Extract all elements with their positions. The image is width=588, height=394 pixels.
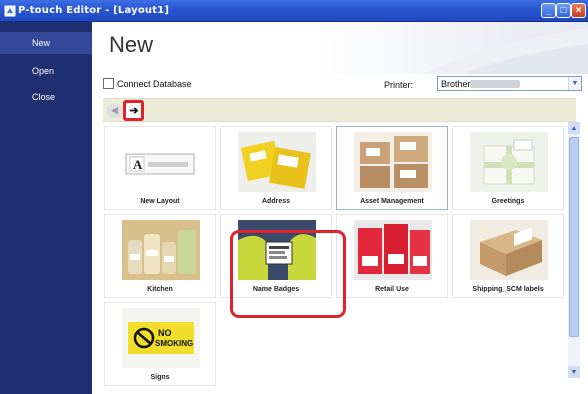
template-label: Greetings	[491, 198, 525, 205]
new-layout-letter: A	[133, 157, 143, 172]
forward-button-highlight[interactable]: ➔	[123, 100, 144, 121]
connect-database-label[interactable]: Connect Database	[117, 79, 192, 89]
address-thumbnail	[238, 132, 316, 192]
close-window-button[interactable]: ×	[571, 3, 586, 18]
signs-thumbnail: NO SMOKING	[122, 308, 200, 368]
template-tile-greetings[interactable]: Greetings	[452, 126, 564, 210]
chevron-down-icon[interactable]: ▼	[568, 77, 581, 90]
maximize-button[interactable]: □	[556, 3, 571, 18]
template-grid: A New Layout Address Asset Management Gr…	[103, 122, 565, 394]
retail-use-thumbnail	[354, 220, 432, 280]
template-label: Retail Use	[375, 286, 409, 293]
connect-database-row[interactable]: Connect Database	[103, 78, 192, 89]
template-label: Shipping_SCM labels	[472, 286, 544, 293]
scroll-thumb[interactable]	[569, 137, 579, 337]
sidebar-item-close[interactable]: Close	[0, 86, 92, 108]
page-title: New	[109, 32, 154, 57]
name-badges-highlight	[230, 230, 346, 318]
template-tile-new-layout[interactable]: A New Layout	[104, 126, 216, 210]
printer-value: Brother	[441, 79, 471, 89]
template-tile-kitchen[interactable]: Kitchen	[104, 214, 216, 298]
template-tile-signs[interactable]: NO SMOKING Signs	[104, 302, 216, 386]
template-tile-address[interactable]: Address	[220, 126, 332, 210]
scroll-up-arrow-icon[interactable]: ▲	[568, 122, 580, 134]
new-layout-thumbnail: A	[122, 132, 200, 192]
window-title: P-touch Editor - [Layout1]	[18, 5, 170, 16]
connect-database-checkbox[interactable]	[103, 78, 114, 89]
template-tile-retail-use[interactable]: Retail Use	[336, 214, 448, 298]
printer-select[interactable]: Brother ▼	[437, 76, 582, 91]
sidebar-item-open[interactable]: Open	[0, 60, 92, 82]
template-tile-asset-management[interactable]: Asset Management	[336, 126, 448, 210]
title-bar: P-touch Editor - [Layout1] _ □ ×	[0, 0, 588, 22]
shipping-thumbnail	[470, 220, 548, 280]
vertical-scrollbar[interactable]: ▲ ▼	[568, 122, 580, 378]
printer-model-redacted	[470, 80, 520, 88]
signs-text-line2: SMOKING	[155, 339, 193, 348]
template-label: Asset Management	[360, 198, 424, 205]
template-label: Address	[261, 198, 290, 205]
template-label: Kitchen	[147, 286, 173, 293]
printer-label: Printer:	[384, 80, 414, 90]
scroll-down-arrow-icon[interactable]: ▼	[568, 366, 580, 378]
main-panel: New Connect Database Printer: Brother ▼ …	[92, 22, 588, 394]
template-label: Signs	[150, 374, 170, 381]
app-icon	[4, 5, 16, 17]
back-arrow-icon[interactable]: ◀	[107, 103, 122, 118]
sidebar: New Open Close	[0, 22, 92, 394]
template-label: New Layout	[140, 198, 180, 205]
decorative-swoosh	[422, 28, 588, 74]
minimize-button[interactable]: _	[541, 3, 556, 18]
template-tile-shipping-scm-labels[interactable]: Shipping_SCM labels	[452, 214, 564, 298]
header-banner	[92, 22, 588, 74]
forward-arrow-icon[interactable]: ➔	[128, 104, 140, 117]
signs-text-line1: NO	[158, 328, 172, 338]
kitchen-thumbnail	[122, 220, 200, 280]
navigation-strip: ◀ ➔	[103, 98, 576, 122]
asset-management-thumbnail	[354, 132, 432, 192]
sidebar-item-new[interactable]: New	[0, 32, 92, 54]
greetings-thumbnail	[470, 132, 548, 192]
